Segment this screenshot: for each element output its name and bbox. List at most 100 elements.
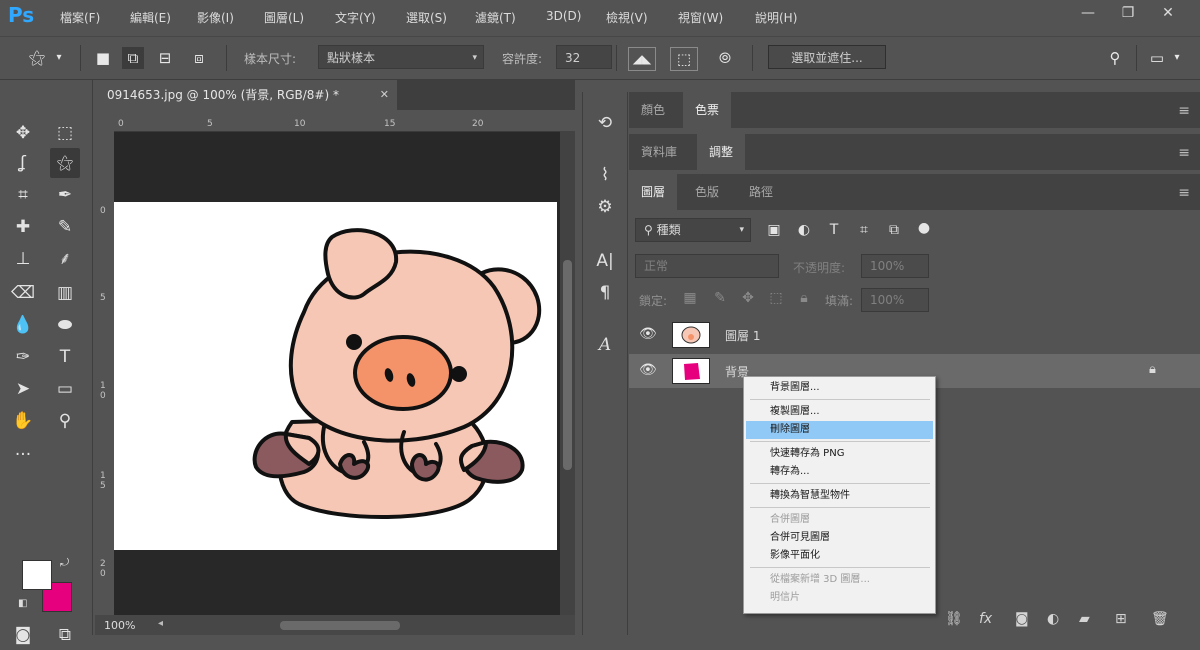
magic-wand-tool-icon[interactable]: ⚝	[50, 148, 80, 178]
new-selection-icon[interactable]: ■	[92, 47, 114, 69]
history-brush-icon[interactable]: ⸙	[50, 244, 80, 274]
paragraph-panel-icon[interactable]: ¶	[583, 278, 627, 308]
marquee-tool-icon[interactable]: ⬚	[50, 118, 80, 148]
blend-mode-select[interactable]: 正常	[635, 254, 779, 278]
zoom-level[interactable]: 100%	[104, 619, 135, 632]
swap-colors-icon[interactable]: ⤾	[60, 556, 69, 570]
menu-item-quick-export-png[interactable]: 快速轉存為 PNG	[746, 445, 933, 463]
menu-layer[interactable]: 圖層(L)	[264, 9, 304, 26]
anti-alias-icon[interactable]: ◢◣	[628, 47, 656, 71]
adjustment-layer-icon[interactable]: ◐	[1047, 611, 1059, 627]
menu-help[interactable]: 說明(H)	[755, 9, 797, 26]
healing-brush-icon[interactable]: ✚	[8, 212, 38, 242]
menu-image[interactable]: 影像(I)	[197, 9, 234, 26]
select-and-mask-button[interactable]: 選取並遮住...	[768, 45, 886, 69]
chevron-down-icon[interactable]: ▾	[48, 47, 70, 69]
filter-smart-object-icon[interactable]: ⧉	[883, 222, 905, 238]
stamp-tool-icon[interactable]: ⊥	[8, 244, 38, 274]
lock-all-icon[interactable]: 🔒︎	[793, 290, 815, 306]
visibility-eye-icon[interactable]: 👁︎	[639, 326, 657, 342]
close-window-button[interactable]: ✕	[1150, 2, 1186, 26]
brush-settings-icon[interactable]: ⚙	[583, 192, 627, 222]
layer-filter-select[interactable]: ⚲ 種類 ▾	[635, 218, 751, 242]
eraser-tool-icon[interactable]: ⌫	[8, 278, 38, 308]
character-panel-icon[interactable]: A|	[583, 246, 627, 276]
magic-wand-tool-icon[interactable]: ⚝	[26, 47, 48, 69]
move-tool-icon[interactable]: ✥	[8, 118, 38, 148]
path-selection-icon[interactable]: ➤	[8, 374, 38, 404]
filter-toggle-icon[interactable]: ●	[913, 220, 935, 236]
lock-position-icon[interactable]: ✥	[737, 290, 759, 306]
brush-tool-icon[interactable]: ✎	[50, 212, 80, 242]
chevron-down-icon[interactable]: ▾	[1166, 47, 1188, 69]
crop-tool-icon[interactable]: ⌗	[8, 180, 38, 210]
menu-item-delete-layer[interactable]: 刪除圖層	[746, 421, 933, 439]
contiguous-icon[interactable]: ⬚	[670, 47, 698, 71]
panel-menu-icon[interactable]: ≡	[1178, 145, 1190, 161]
document-canvas[interactable]	[114, 202, 557, 550]
panel-menu-icon[interactable]: ≡	[1178, 185, 1190, 201]
menu-item-export-as[interactable]: 轉存為...	[746, 463, 933, 481]
pen-tool-icon[interactable]: ✑	[8, 342, 38, 372]
trash-icon[interactable]: 🗑︎	[1151, 611, 1169, 627]
fill-input[interactable]: 100%	[861, 288, 929, 312]
minimize-button[interactable]: —	[1070, 2, 1106, 26]
menu-view[interactable]: 檢視(V)	[606, 9, 648, 26]
history-panel-icon[interactable]: ⟲	[583, 108, 627, 138]
scroll-left-icon[interactable]: ◂	[158, 618, 163, 629]
eyedropper-tool-icon[interactable]: ✒	[50, 180, 80, 210]
tolerance-input[interactable]: 32	[556, 45, 612, 69]
menu-filter[interactable]: 濾鏡(T)	[475, 9, 516, 26]
document-tab[interactable]: 0914653.jpg @ 100% (背景, RGB/8#) * ✕	[95, 80, 397, 110]
lock-transparent-icon[interactable]: ▦	[679, 290, 701, 306]
menu-item-duplicate-layer[interactable]: 複製圖層...	[746, 403, 933, 421]
menu-item-merge-visible[interactable]: 合併可見圖層	[746, 529, 933, 547]
add-to-selection-icon[interactable]: ⧉	[122, 47, 144, 69]
group-folder-icon[interactable]: ▰	[1079, 611, 1090, 627]
menu-select[interactable]: 選取(S)	[406, 9, 447, 26]
tab-layers[interactable]: 圖層	[629, 174, 678, 210]
layer-name[interactable]: 圖層 1	[725, 327, 760, 344]
hand-tool-icon[interactable]: ✋	[8, 406, 38, 436]
lock-image-icon[interactable]: ✎	[709, 290, 731, 306]
menu-type[interactable]: 文字(Y)	[335, 9, 376, 26]
glyphs-panel-icon[interactable]: A	[583, 330, 627, 360]
filter-pixel-icon[interactable]: ▣	[763, 222, 785, 238]
fx-icon[interactable]: fx	[979, 611, 992, 627]
vertical-scroll-thumb[interactable]	[563, 260, 572, 470]
restore-button[interactable]: ❐	[1110, 2, 1146, 26]
sample-size-select[interactable]: 點狀樣本 ▾	[318, 45, 484, 69]
filter-type-icon[interactable]: T	[823, 222, 845, 238]
tab-channels[interactable]: 色版	[683, 174, 731, 210]
search-icon[interactable]: ⚲	[1104, 47, 1126, 69]
blur-tool-icon[interactable]: 💧	[8, 310, 38, 340]
visibility-eye-icon[interactable]: 👁︎	[639, 362, 657, 378]
opacity-input[interactable]: 100%	[861, 254, 929, 278]
filter-shape-icon[interactable]: ⌗	[853, 222, 875, 238]
tab-swatches[interactable]: 色票	[683, 92, 732, 128]
menu-3d[interactable]: 3D(D)	[546, 9, 581, 23]
intersect-selection-icon[interactable]: ⧈	[188, 47, 210, 69]
menu-edit[interactable]: 編輯(E)	[130, 9, 171, 26]
link-layers-icon[interactable]: ⛓	[945, 611, 963, 627]
workspace-icon[interactable]: ▭	[1146, 47, 1168, 69]
gradient-tool-icon[interactable]: ▥	[50, 278, 80, 308]
tab-adjustments[interactable]: 調整	[697, 134, 746, 170]
tab-libraries[interactable]: 資料庫	[629, 134, 689, 170]
menu-item-flatten-image[interactable]: 影像平面化	[746, 547, 933, 565]
layer-row[interactable]: 👁︎ 圖層 1	[629, 318, 1200, 352]
menu-item-background-layer[interactable]: 背景圖層...	[746, 379, 933, 397]
zoom-tool-icon[interactable]: ⚲	[50, 406, 80, 436]
foreground-color-swatch[interactable]	[22, 560, 52, 590]
tab-color[interactable]: 顏色	[629, 92, 677, 128]
horizontal-scroll-thumb[interactable]	[280, 621, 400, 630]
menu-file[interactable]: 檔案(F)	[60, 9, 100, 26]
quick-mask-icon[interactable]: ◙	[8, 620, 38, 650]
filter-adjustment-icon[interactable]: ◐	[793, 222, 815, 238]
close-tab-icon[interactable]: ✕	[380, 80, 389, 110]
type-tool-icon[interactable]: T	[50, 342, 80, 372]
lasso-tool-icon[interactable]: ʆ	[8, 148, 38, 178]
brush-panel-icon[interactable]: ⌇	[583, 160, 627, 190]
lock-artboard-icon[interactable]: ⬚	[765, 290, 787, 306]
add-mask-icon[interactable]: ◙	[1015, 611, 1029, 627]
